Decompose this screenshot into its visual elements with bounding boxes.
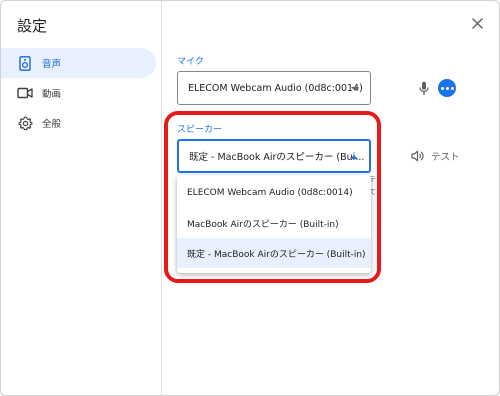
- sidebar-item-label: 動画: [42, 89, 62, 100]
- chevron-down-icon: [351, 87, 359, 91]
- test-speaker-button[interactable]: テスト: [411, 147, 460, 165]
- close-icon: [471, 17, 483, 29]
- more-options-button[interactable]: [438, 79, 456, 97]
- sidebar-item-video[interactable]: 動画: [1, 78, 156, 108]
- microphone-icon: [416, 78, 432, 98]
- microphone-selected-value: ELECOM Webcam Audio (0d8c:0014): [188, 82, 363, 94]
- sidebar-item-general[interactable]: 全般: [1, 108, 156, 138]
- more-options-icon: [440, 86, 454, 90]
- sidebar-item-label: 音声: [42, 59, 62, 70]
- highlight-box: [164, 111, 381, 283]
- microphone-label: マイク: [177, 57, 204, 67]
- volume-icon: [411, 150, 425, 162]
- gear-icon: [17, 115, 33, 131]
- settings-dialog: 設定 音声 動画 全般 マイク ELECOM Webcam Audio (0d8…: [0, 0, 500, 396]
- sidebar: 設定 音声 動画 全般: [1, 1, 162, 395]
- sidebar-item-audio[interactable]: 音声: [1, 48, 156, 78]
- test-label: テスト: [431, 152, 460, 163]
- sidebar-item-label: 全般: [42, 119, 62, 130]
- video-camera-icon: [17, 85, 33, 101]
- dialog-title: 設定: [17, 17, 48, 35]
- speaker-icon: [17, 55, 33, 71]
- close-button[interactable]: [467, 13, 487, 33]
- microphone-select[interactable]: ELECOM Webcam Audio (0d8c:0014): [177, 71, 371, 105]
